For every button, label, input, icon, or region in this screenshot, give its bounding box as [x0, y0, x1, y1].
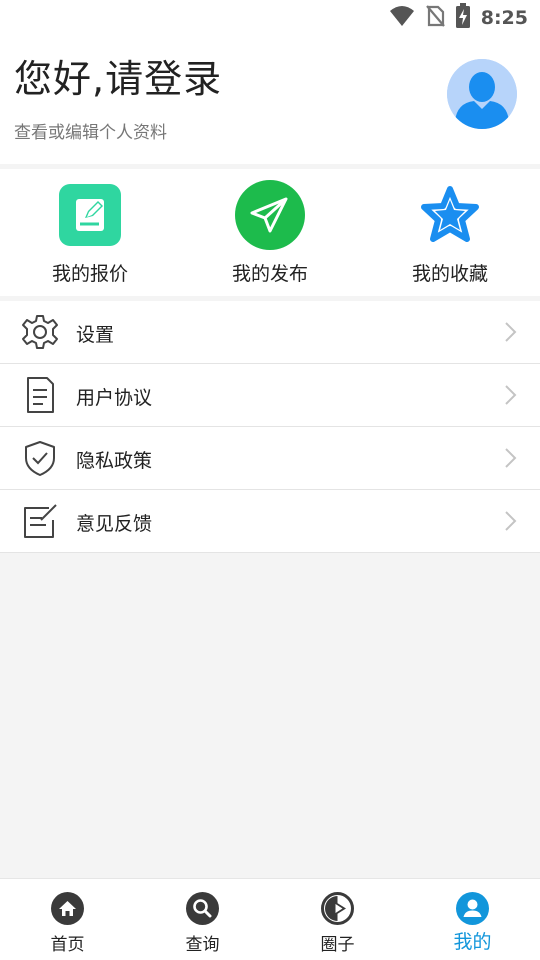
menu-label-privacy-policy: 隐私政策	[76, 450, 153, 472]
circle-play-icon	[321, 892, 354, 925]
settings-menu: 设置 用户协议 隐私政策 意见反馈	[0, 301, 540, 553]
user-avatar-icon	[447, 59, 517, 129]
nav-tab-search[interactable]: 查询	[135, 879, 270, 960]
status-time: 8:25	[480, 7, 528, 29]
bottom-nav: 首页 查询 圈子 我的	[0, 878, 540, 960]
edit-note-icon	[55, 180, 125, 250]
search-icon	[186, 892, 219, 925]
my-favorites-button[interactable]: 我的收藏	[360, 169, 540, 296]
quick-actions: 我的报价 我的发布 我的收藏	[0, 169, 540, 296]
gear-icon	[21, 313, 59, 351]
chevron-right-icon	[505, 385, 517, 405]
chevron-right-icon	[505, 448, 517, 468]
status-bar: 8:25	[0, 0, 540, 36]
shield-check-icon	[21, 439, 59, 477]
chevron-right-icon	[505, 322, 517, 342]
nav-tab-circle[interactable]: 圈子	[270, 879, 405, 960]
menu-item-privacy-policy[interactable]: 隐私政策	[0, 427, 540, 490]
nav-label-circle: 圈子	[320, 935, 355, 955]
login-greeting[interactable]: 您好,请登录	[14, 48, 222, 103]
feedback-edit-icon	[21, 502, 59, 540]
menu-label-feedback: 意见反馈	[76, 513, 153, 535]
paper-plane-icon	[235, 180, 305, 250]
nav-label-mine: 我的	[453, 931, 492, 953]
nav-tab-mine[interactable]: 我的	[405, 879, 540, 960]
nav-label-home: 首页	[50, 935, 85, 955]
battery-charging-icon	[455, 3, 471, 33]
menu-label-user-agreement: 用户协议	[76, 387, 153, 409]
wifi-icon	[389, 5, 415, 31]
profile-header[interactable]: 您好,请登录 查看或编辑个人资料	[0, 36, 540, 164]
chevron-right-icon	[505, 511, 517, 531]
avatar[interactable]	[447, 59, 517, 129]
my-posts-label: 我的发布	[231, 263, 308, 285]
profile-subtitle: 查看或编辑个人资料	[14, 123, 167, 143]
nav-label-search: 查询	[185, 935, 220, 955]
nav-tab-home[interactable]: 首页	[0, 879, 135, 960]
home-icon	[51, 892, 84, 925]
person-icon	[456, 892, 489, 925]
status-icons: 8:25	[389, 3, 528, 33]
document-icon	[21, 376, 59, 414]
menu-label-settings: 设置	[76, 324, 115, 346]
no-sim-icon	[425, 4, 445, 32]
my-quotes-label: 我的报价	[51, 263, 128, 285]
my-quotes-button[interactable]: 我的报价	[0, 169, 180, 296]
star-icon	[415, 180, 485, 250]
menu-item-settings[interactable]: 设置	[0, 301, 540, 364]
menu-item-user-agreement[interactable]: 用户协议	[0, 364, 540, 427]
my-favorites-label: 我的收藏	[411, 263, 488, 285]
menu-item-feedback[interactable]: 意见反馈	[0, 490, 540, 553]
my-posts-button[interactable]: 我的发布	[180, 169, 360, 296]
